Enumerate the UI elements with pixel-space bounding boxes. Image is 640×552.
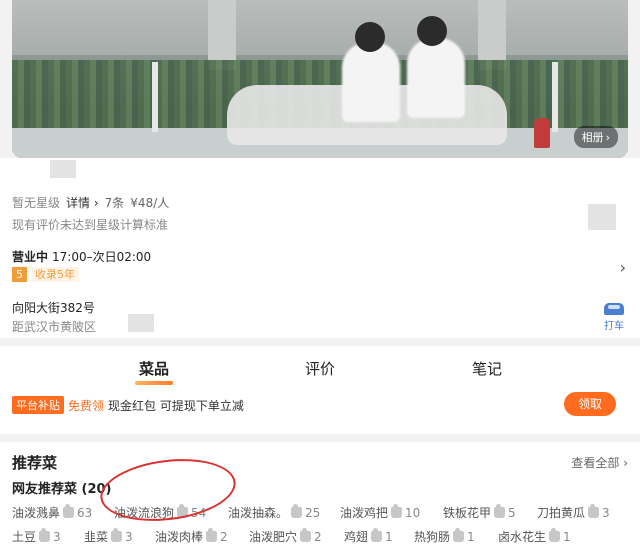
years-badge-number: 5 xyxy=(12,267,27,282)
dish-count: 63 xyxy=(77,505,93,520)
dish-item[interactable]: 油泼溅鼻 63 xyxy=(12,504,92,521)
avg-price: ¥48/人 xyxy=(130,196,170,210)
dish-count: 1 xyxy=(467,529,475,544)
dish-name: 刀拍黄瓜 xyxy=(537,506,586,520)
taxi-button[interactable]: 打车 xyxy=(602,303,626,332)
tab-reviews[interactable]: 评价 xyxy=(280,358,360,379)
dish-item[interactable]: 油泼肉棒 2 xyxy=(155,528,228,545)
thumbs-up-icon xyxy=(391,504,403,518)
dish-count: 2 xyxy=(314,529,322,544)
tab-dishes[interactable]: 菜品 xyxy=(114,358,194,385)
see-all-label: 查看全部 xyxy=(571,456,620,470)
dish-count: 3 xyxy=(125,529,133,544)
taxi-label: 打车 xyxy=(604,321,624,332)
promo-free: 免费领 xyxy=(68,398,105,413)
car-icon xyxy=(604,303,624,315)
dish-item[interactable]: 刀拍黄瓜 3 xyxy=(537,504,610,521)
album-button[interactable]: 相册 › xyxy=(573,126,618,148)
dish-count: 1 xyxy=(563,529,571,544)
chevron-right-icon[interactable]: › xyxy=(620,258,626,277)
dish-name: 油泼鸡把 xyxy=(340,506,389,520)
dish-name: 油泼抽森。 xyxy=(228,506,289,520)
photo-hydrant xyxy=(534,118,550,148)
section-subtitle: 网友推荐菜 (20) xyxy=(12,482,112,497)
dish-count: 1 xyxy=(385,529,393,544)
detail-link[interactable]: 详情 › xyxy=(66,194,99,211)
hours-row[interactable]: 营业中 17:00–次日02:00 xyxy=(12,248,151,265)
dish-item[interactable]: 油泼肥穴 2 xyxy=(249,528,322,545)
album-label: 相册 xyxy=(581,131,604,144)
blurred-area xyxy=(128,314,154,332)
store-photo[interactable]: 相册 › xyxy=(12,0,628,158)
dish-count: 5 xyxy=(508,505,516,520)
dish-item[interactable]: 土豆 3 xyxy=(12,528,61,545)
chevron-right-icon: › xyxy=(605,130,610,144)
photo-post xyxy=(552,62,558,132)
dish-item[interactable]: 热狗肠 1 xyxy=(414,528,475,545)
thumbs-up-icon xyxy=(549,528,561,542)
dish-item[interactable]: 油泼鸡把 10 xyxy=(340,504,420,521)
dish-name: 油泼溅鼻 xyxy=(12,506,61,520)
promo-tag: 平台补贴 xyxy=(12,396,64,414)
dish-count: 3 xyxy=(53,529,61,544)
claim-button[interactable]: 领取 xyxy=(564,392,616,416)
recommended-dishes: 推荐菜 查看全部 › 网友推荐菜 (20) 油泼溅鼻 63 油泼流浪狗 54 油泼抽… xyxy=(0,434,640,552)
dish-count: 2 xyxy=(220,529,228,544)
thumbs-up-icon xyxy=(453,528,465,542)
see-all-link[interactable]: 查看全部 › xyxy=(571,454,628,471)
dish-item[interactable]: 卤水花生 1 xyxy=(498,528,571,545)
dish-name: 鸡翅 xyxy=(344,530,369,544)
blurred-area xyxy=(50,160,76,178)
thumbs-up-icon xyxy=(111,528,123,542)
tab-notes[interactable]: 笔记 xyxy=(447,358,527,379)
dish-name: 铁板花甲 xyxy=(443,506,492,520)
dish-name: 热狗肠 xyxy=(414,530,451,544)
promo-text: 现金红包 可提现下单立减 xyxy=(108,398,244,413)
thumbs-up-icon xyxy=(494,504,506,518)
photo-rider xyxy=(407,38,465,118)
photo-rider-head xyxy=(355,22,385,52)
distance: 距武汉市黄陂区 xyxy=(12,320,97,334)
promo-banner: 平台补贴 免费领 现金红包 可提现下单立减 xyxy=(12,396,244,414)
thumbs-up-icon xyxy=(63,504,75,518)
rating-note: 现有评价未达到星级计算标准 xyxy=(12,218,169,232)
dish-item[interactable]: 铁板花甲 5 xyxy=(443,504,516,521)
photo-background xyxy=(12,0,628,55)
rating-status: 暂无星级 xyxy=(12,196,61,210)
dish-name: 土豆 xyxy=(12,530,37,544)
thumbs-up-icon xyxy=(371,528,383,542)
thumbs-up-icon xyxy=(291,504,303,518)
detail-label: 详情 xyxy=(66,196,91,210)
dish-item[interactable]: 油泼抽森。 25 xyxy=(228,504,320,521)
dish-count: 3 xyxy=(602,505,610,520)
open-hours: 17:00–次日02:00 xyxy=(52,250,152,264)
photo-rider xyxy=(342,42,400,122)
thumbs-up-icon xyxy=(300,528,312,542)
years-badge: 5 收录5年 xyxy=(12,267,79,282)
dish-item[interactable]: 韭菜 3 xyxy=(84,528,133,545)
photo-rider-head xyxy=(417,16,447,46)
dish-count: 25 xyxy=(305,505,321,520)
photo-post xyxy=(152,62,158,132)
thumbs-up-icon xyxy=(39,528,51,542)
dish-name: 油泼肉棒 xyxy=(155,530,204,544)
section-title: 推荐菜 xyxy=(12,454,58,472)
dish-count: 10 xyxy=(405,505,421,520)
thumbs-up-icon xyxy=(588,504,600,518)
blurred-area xyxy=(588,204,616,230)
dish-name: 油泼肥穴 xyxy=(249,530,298,544)
dish-name: 卤水花生 xyxy=(498,530,547,544)
review-count[interactable]: 7条 xyxy=(105,194,125,211)
years-badge-text: 收录5年 xyxy=(31,267,79,282)
open-status: 营业中 xyxy=(12,250,49,264)
store-info-card: 暂无星级 详情 › 7条 ¥48/人 现有评价未达到星级计算标准 营业中 17:… xyxy=(0,158,640,338)
thumbs-up-icon xyxy=(206,528,218,542)
dish-item[interactable]: 鸡翅 1 xyxy=(344,528,393,545)
content-tabs: 菜品 评价 笔记 平台补贴 免费领 现金红包 可提现下单立减 领取 xyxy=(0,346,640,434)
rating-row: 暂无星级 详情 › 7条 ¥48/人 xyxy=(12,194,169,211)
dish-name: 韭菜 xyxy=(84,530,109,544)
address[interactable]: 向阳大街382号 xyxy=(12,299,95,316)
